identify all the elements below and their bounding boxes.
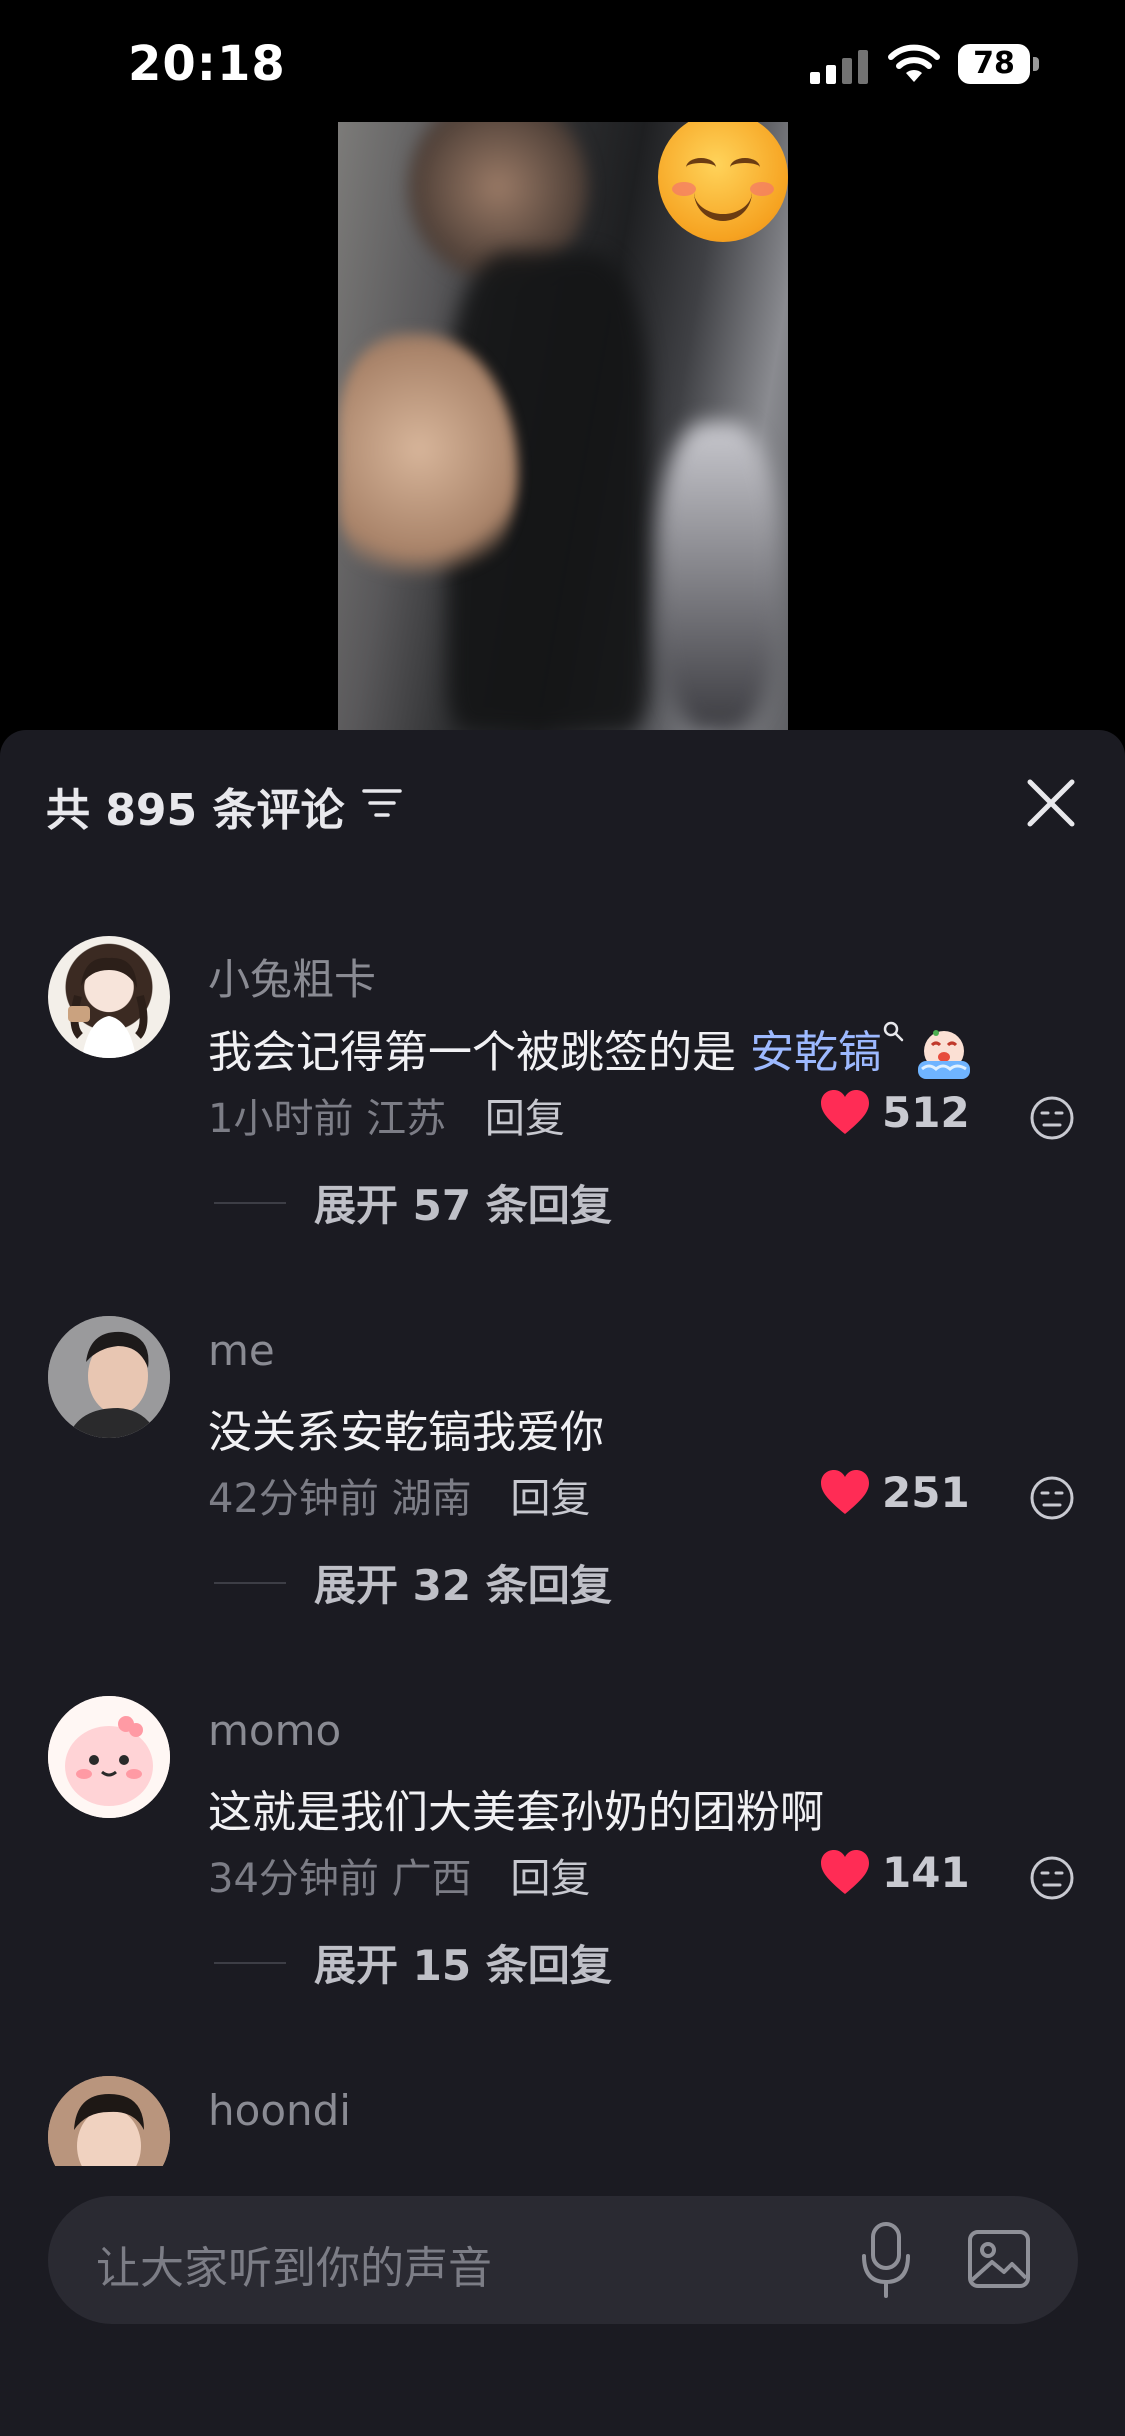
wifi-icon [888,44,940,82]
status-time: 20:18 [128,36,286,92]
reply-button[interactable]: 回复 [510,1476,590,1522]
heart-icon [821,1470,869,1514]
comment-username[interactable]: me [208,1326,275,1375]
expand-replies-label: 展开 15 条回复 [314,1941,612,1990]
avatar[interactable] [48,1696,170,1818]
dislike-face-icon[interactable] [1028,1094,1076,1142]
comment-time: 34分钟前 [208,1856,379,1902]
dislike-face-icon[interactable] [1028,1854,1076,1902]
comment-location: 湖南 [391,1476,472,1522]
reply-button[interactable]: 回复 [485,1096,565,1142]
comment-username[interactable]: momo [208,1706,341,1755]
comment-item: 小兔粗卡 我会记得第一个被跳签的是 安乾镐 1小时前 江苏 回复 512 展开 … [0,936,1125,1316]
dislike-face-icon[interactable] [1028,1474,1076,1522]
like-count: 251 [882,1468,970,1517]
comment-meta: 34分钟前 广西 回复 [208,1846,590,1904]
video-thumbnail[interactable] [338,122,788,732]
expand-replies-label: 展开 57 条回复 [314,1181,612,1230]
mention-link[interactable]: 安乾镐 [750,1027,882,1078]
microphone-icon[interactable] [858,2220,914,2300]
comment-time: 42分钟前 [208,1476,379,1522]
comment-text: 这就是我们大美套孙奶的团粉啊 [208,1787,824,1838]
comment-count-title: 共 895 条评论 [46,785,345,836]
comment-input[interactable]: 让大家听到你的声音 [48,2196,1078,2324]
battery-indicator: 78 [958,44,1040,86]
comment-item: me 没关系安乾镐我爱你 42分钟前 湖南 回复 251 展开 32 条回复 [0,1316,1125,1696]
comment-input-placeholder: 让大家听到你的声音 [96,2243,492,2294]
reply-button[interactable]: 回复 [510,1856,590,1902]
comment-meta: 42分钟前 湖南 回复 [208,1466,590,1524]
image-icon[interactable] [966,2226,1032,2292]
smiling-emoji-sticker [658,122,788,242]
like-count: 512 [882,1088,970,1137]
comment-location: 广西 [391,1856,472,1902]
comment-location: 江苏 [366,1096,447,1142]
comment-username[interactable]: 小兔粗卡 [208,946,376,1007]
comment-item: hoondi [0,2076,1125,2166]
expand-replies-label: 展开 32 条回复 [314,1561,612,1610]
comment-body: 我会记得第一个被跳签的是 [208,1027,736,1078]
cellular-signal-icon [810,50,868,84]
crying-emoji-icon [914,1027,974,1083]
comment-meta: 1小时前 江苏 回复 [208,1086,565,1144]
comment-text: 没关系安乾镐我爱你 [208,1407,604,1458]
comment-item: momo 这就是我们大美套孙奶的团粉啊 34分钟前 广西 回复 141 展开 1… [0,1696,1125,2076]
search-icon[interactable] [882,1020,904,1042]
like-count: 141 [882,1848,970,1897]
comment-text: 我会记得第一个被跳签的是 安乾镐 [208,1016,974,1083]
heart-icon [821,1090,869,1134]
avatar[interactable] [48,936,170,1058]
heart-icon [821,1850,869,1894]
avatar[interactable] [48,2076,170,2166]
comment-username[interactable]: hoondi [208,2086,351,2135]
comments-header: 共 895 条评论 [0,730,1125,870]
comment-time: 1小时前 [208,1096,354,1142]
status-bar: 20:18 78 [0,0,1125,130]
avatar[interactable] [48,1316,170,1438]
close-icon[interactable] [1020,772,1082,834]
sort-filter-icon[interactable] [362,786,402,820]
battery-level: 78 [973,46,1015,81]
